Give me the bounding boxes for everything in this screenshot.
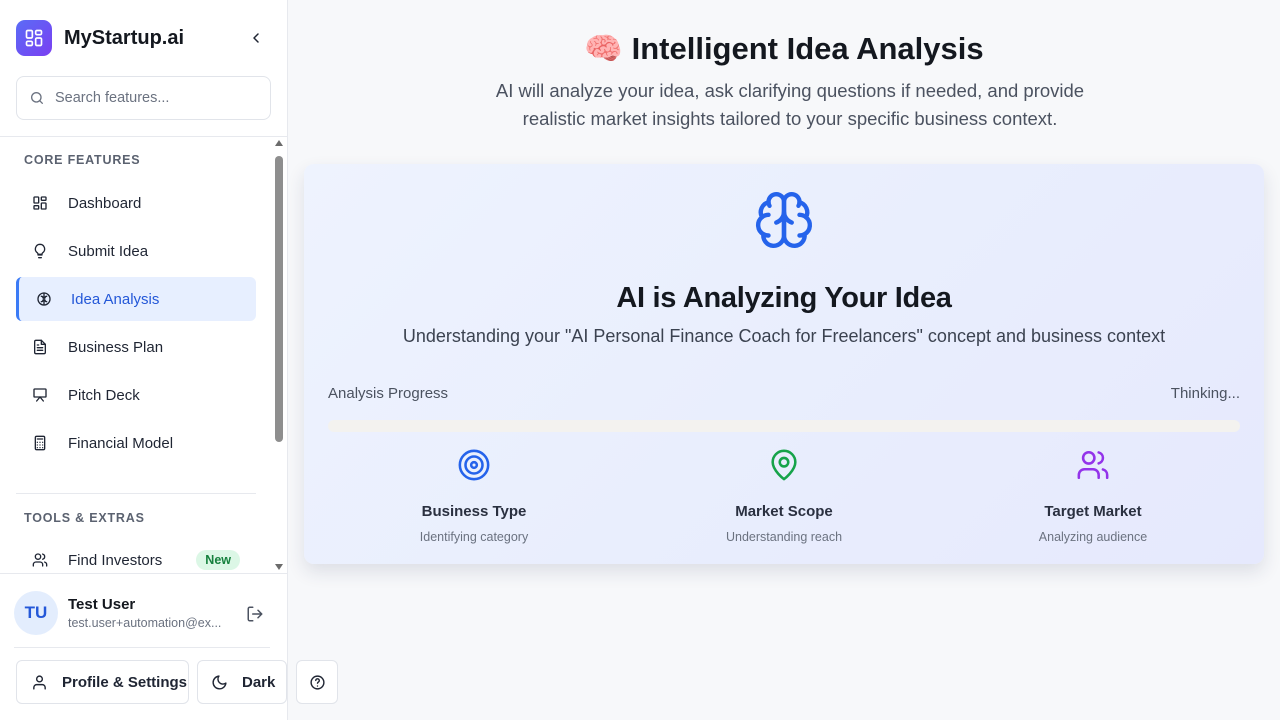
brain-icon <box>36 291 52 307</box>
nav-item-label: Pitch Deck <box>68 386 140 404</box>
scroll-thumb[interactable] <box>275 156 283 442</box>
users-icon <box>32 552 48 568</box>
analysis-card: AI is Analyzing Your Idea Understanding … <box>304 164 1264 564</box>
divider <box>14 647 270 648</box>
brand: MyStartup.ai <box>16 20 272 56</box>
nav-item-pitch-deck[interactable]: Pitch Deck <box>16 373 256 417</box>
scroll-down-arrow[interactable] <box>275 564 283 570</box>
help-button[interactable] <box>296 660 338 704</box>
analysis-subtitle: Understanding your "AI Personal Finance … <box>402 326 1166 346</box>
users-icon <box>1076 448 1110 482</box>
user-icon <box>33 674 46 690</box>
dark-mode-toggle[interactable]: Dark <box>197 660 287 704</box>
user-card: TU Test User test.user+automation@ex... <box>14 591 274 635</box>
nav-item-label: Submit Idea <box>68 242 149 260</box>
progress-bar <box>328 420 1240 432</box>
grid-icon <box>16 20 52 56</box>
sidebar: MyStartup.ai CORE FEATURES Dashboard Sub… <box>0 0 288 720</box>
user-name: Test User <box>68 596 136 613</box>
nav-item-dashboard[interactable]: Dashboard <box>16 181 256 225</box>
map-pin-icon <box>767 448 801 482</box>
new-badge: New <box>196 550 240 570</box>
divider <box>0 573 288 574</box>
collapse-sidebar-button[interactable] <box>246 28 266 48</box>
sidebar-scrollbar[interactable] <box>274 140 284 570</box>
step-title: Market Scope <box>735 503 833 520</box>
nav-item-find-investors[interactable]: Find Investors New <box>16 538 256 573</box>
page-subtitle: AI will analyze your idea, ask clarifyin… <box>495 80 1085 129</box>
brain-icon <box>753 189 815 251</box>
avatar: TU <box>14 591 58 635</box>
progress-label: Analysis Progress <box>328 385 449 402</box>
nav-item-label: Financial Model <box>68 434 174 452</box>
profile-settings-button[interactable]: Profile & Settings <box>16 660 189 704</box>
step-description: Analyzing audience <box>1038 530 1148 544</box>
lightbulb-icon <box>32 243 48 259</box>
scroll-up-arrow[interactable] <box>275 140 283 146</box>
search-box[interactable] <box>16 76 271 120</box>
chevron-left-icon <box>253 33 259 43</box>
page-title: 🧠 Intelligent Idea Analysis <box>288 30 1280 67</box>
page-title-text: Intelligent Idea Analysis <box>631 31 984 66</box>
app-name: MyStartup.ai <box>64 26 185 49</box>
document-icon <box>32 339 48 355</box>
nav-item-label: Find Investors <box>68 551 163 569</box>
moon-icon <box>212 674 227 689</box>
step-market-scope: Market Scope Understanding reach <box>664 448 904 544</box>
search-icon <box>31 92 43 104</box>
step-description: Understanding reach <box>725 530 843 544</box>
nav-item-label: Idea Analysis <box>71 290 160 308</box>
nav-item-submit-idea[interactable]: Submit Idea <box>16 229 256 273</box>
dashboard-icon <box>32 195 48 211</box>
search-input[interactable] <box>55 90 255 106</box>
calculator-icon <box>32 435 48 451</box>
step-business-type: Business Type Identifying category <box>354 448 594 544</box>
brain-emoji-icon: 🧠 <box>584 31 623 66</box>
analysis-title: AI is Analyzing Your Idea <box>616 282 952 314</box>
nav-item-business-plan[interactable]: Business Plan <box>16 325 256 369</box>
logout-icon <box>247 606 263 622</box>
profile-settings-label: Profile & Settings <box>62 673 188 691</box>
presentation-icon <box>32 387 48 403</box>
nav-menu: CORE FEATURES Dashboard Submit Idea Idea… <box>0 137 288 573</box>
nav-item-idea-analysis[interactable]: Idea Analysis <box>16 277 256 321</box>
step-target-market: Target Market Analyzing audience <box>973 448 1213 544</box>
nav-item-financial-model[interactable]: Financial Model <box>16 421 256 465</box>
progress-status: Thinking... <box>1170 385 1240 402</box>
dark-mode-label: Dark <box>242 673 276 691</box>
nav-item-label: Dashboard <box>68 194 142 212</box>
section-label-core: CORE FEATURES <box>24 153 141 167</box>
nav-item-label: Business Plan <box>68 338 164 356</box>
user-email: test.user+automation@ex... <box>68 616 222 630</box>
divider <box>16 493 256 494</box>
step-title: Business Type <box>421 503 527 520</box>
step-description: Identifying category <box>419 530 529 544</box>
step-title: Target Market <box>1044 503 1142 520</box>
logout-button[interactable] <box>246 605 264 623</box>
target-icon <box>457 448 491 482</box>
section-label-tools: TOOLS & EXTRAS <box>24 511 145 525</box>
help-icon <box>309 674 325 690</box>
